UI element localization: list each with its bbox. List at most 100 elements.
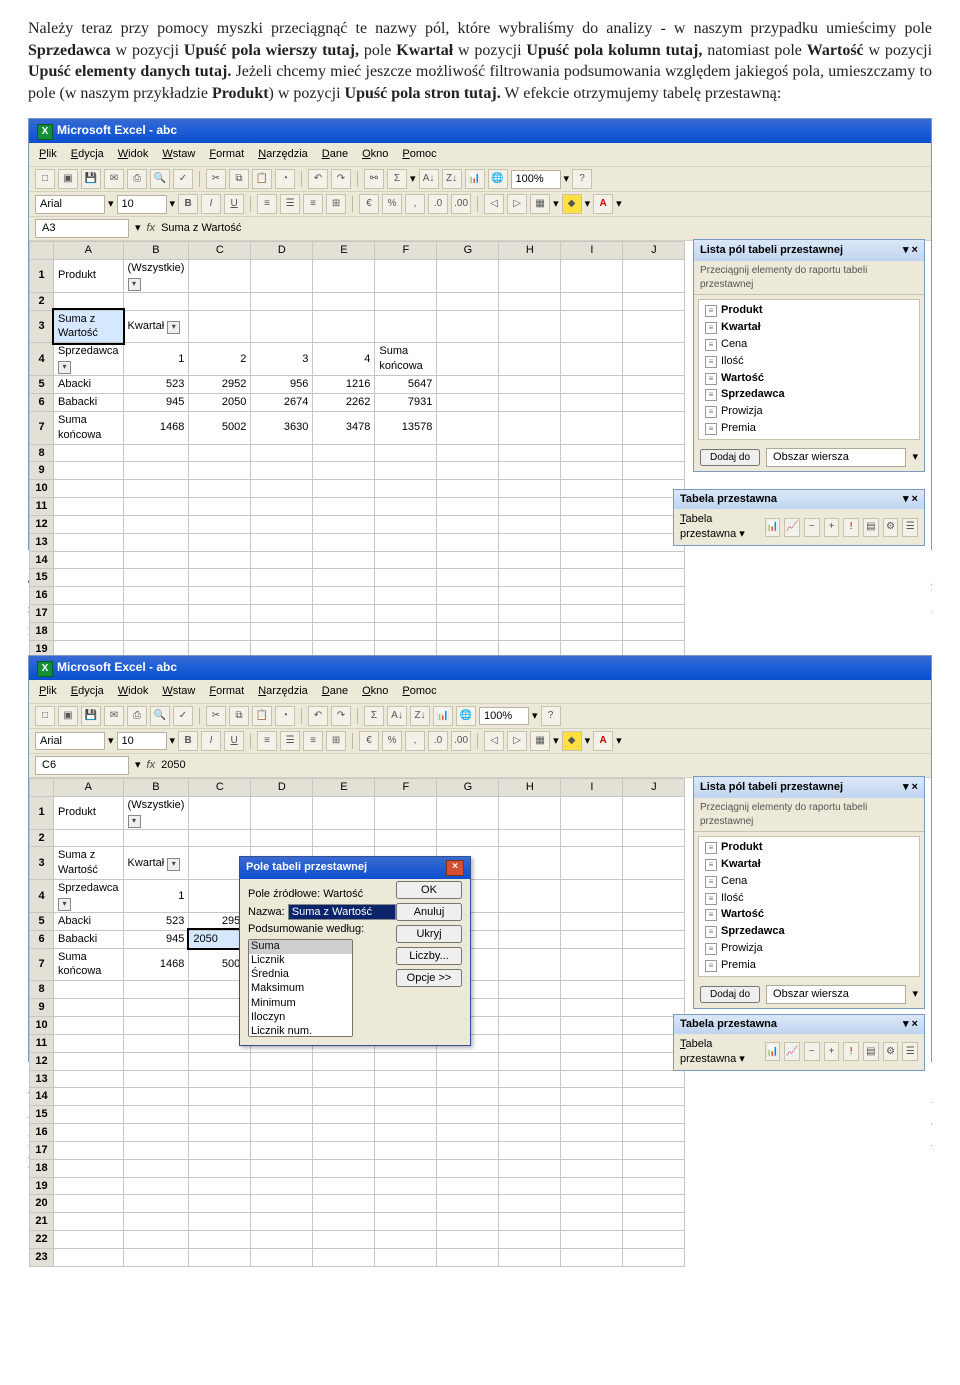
cell[interactable] (251, 533, 313, 551)
fields-icon[interactable]: ▤ (863, 518, 879, 537)
cell[interactable] (499, 981, 561, 999)
help-icon[interactable]: ? (541, 706, 561, 726)
cell[interactable] (251, 1159, 313, 1177)
menu-pomoc[interactable]: Pomoc (396, 682, 442, 701)
cell[interactable] (561, 930, 623, 948)
cell[interactable] (123, 551, 189, 569)
cell[interactable] (437, 533, 499, 551)
cell[interactable]: 3630 (251, 411, 313, 444)
cell[interactable] (189, 1052, 251, 1070)
cell[interactable]: Suma końcowa (54, 411, 124, 444)
menu-wstaw[interactable]: Wstaw (156, 145, 201, 164)
field-premia[interactable]: ≡Premia (703, 957, 915, 974)
cell[interactable] (561, 411, 623, 444)
cell[interactable] (251, 1177, 313, 1195)
cell[interactable] (561, 533, 623, 551)
chart-icon[interactable]: 📊 (465, 169, 485, 189)
cell[interactable] (499, 1159, 561, 1177)
cell[interactable] (123, 1070, 189, 1088)
cell[interactable] (54, 1231, 124, 1249)
cell[interactable] (375, 1159, 437, 1177)
field-produkt[interactable]: ≡Produkt (703, 839, 915, 856)
cell[interactable] (499, 551, 561, 569)
cell[interactable] (54, 1195, 124, 1213)
zoom-box[interactable]: 100% (511, 170, 561, 189)
borders-icon[interactable]: ▦ (530, 194, 550, 214)
menu-widok[interactable]: Widok (112, 682, 155, 701)
cell[interactable] (499, 1231, 561, 1249)
cell[interactable] (375, 587, 437, 605)
cell[interactable] (189, 292, 251, 310)
cell[interactable] (623, 292, 685, 310)
cell[interactable] (561, 1034, 623, 1052)
cut-icon[interactable]: ✂ (206, 169, 226, 189)
cell[interactable] (313, 292, 375, 310)
dec-dec-icon[interactable]: .00 (451, 194, 471, 214)
cell[interactable]: Produkt (54, 796, 124, 829)
cell[interactable] (499, 1016, 561, 1034)
cell[interactable] (189, 587, 251, 605)
cell[interactable] (123, 1016, 189, 1034)
cell[interactable] (123, 1195, 189, 1213)
cell[interactable] (375, 444, 437, 462)
merge-icon[interactable]: ⊞ (326, 194, 346, 214)
cell[interactable] (437, 1124, 499, 1142)
cell[interactable]: 2050 (189, 393, 251, 411)
cell[interactable] (54, 1248, 124, 1266)
cell[interactable] (499, 259, 561, 292)
aggregate-list[interactable]: SumaLicznikŚredniaMaksimumMinimumIloczyn… (248, 939, 353, 1037)
cell[interactable] (123, 605, 189, 623)
cell[interactable] (313, 498, 375, 516)
cell[interactable] (251, 1088, 313, 1106)
copy-icon[interactable]: ⧉ (229, 169, 249, 189)
cell[interactable] (623, 462, 685, 480)
cell[interactable]: 1468 (123, 948, 189, 981)
cell[interactable]: 4 (313, 343, 375, 376)
cell[interactable] (375, 462, 437, 480)
cell[interactable] (123, 462, 189, 480)
menu-widok[interactable]: Widok (112, 145, 155, 164)
cell[interactable] (189, 515, 251, 533)
cell[interactable] (499, 999, 561, 1017)
cell[interactable] (437, 587, 499, 605)
cell[interactable] (561, 587, 623, 605)
cell[interactable] (623, 444, 685, 462)
cell[interactable] (561, 480, 623, 498)
currency-icon[interactable]: € (359, 194, 379, 214)
cell[interactable] (375, 1088, 437, 1106)
cell[interactable] (54, 829, 124, 847)
cell[interactable] (375, 569, 437, 587)
cell[interactable] (623, 912, 685, 930)
cell[interactable]: Abacki (54, 912, 124, 930)
cell[interactable] (123, 569, 189, 587)
cell[interactable] (561, 343, 623, 376)
menu-edycja[interactable]: Edycja (65, 682, 110, 701)
cell[interactable] (189, 1124, 251, 1142)
cell[interactable] (561, 605, 623, 623)
hide-button[interactable]: Ukryj (396, 925, 462, 943)
cell[interactable] (251, 1213, 313, 1231)
fill-icon[interactable]: ◆ (562, 194, 582, 214)
cell[interactable]: 2 (189, 343, 251, 376)
cell[interactable]: Babacki (54, 930, 124, 948)
bold-icon[interactable]: B (178, 194, 198, 214)
cell[interactable] (54, 444, 124, 462)
mail-icon[interactable]: ✉ (104, 706, 124, 726)
menu-narzędzia[interactable]: Narzędzia (252, 682, 314, 701)
cell[interactable] (313, 462, 375, 480)
mail-icon[interactable]: ✉ (104, 169, 124, 189)
sum-icon[interactable]: Σ (387, 169, 407, 189)
dec-dec-icon[interactable]: .00 (451, 731, 471, 751)
cell[interactable] (437, 569, 499, 587)
menu-dane[interactable]: Dane (316, 682, 354, 701)
cell[interactable] (375, 829, 437, 847)
cell[interactable] (54, 981, 124, 999)
fx-icon[interactable]: fx (147, 221, 156, 236)
cell[interactable] (561, 259, 623, 292)
ok-button[interactable]: OK (396, 881, 462, 899)
cell[interactable] (375, 310, 437, 343)
cell[interactable] (375, 1124, 437, 1142)
cell[interactable] (123, 292, 189, 310)
cell[interactable] (499, 498, 561, 516)
cell[interactable] (375, 1070, 437, 1088)
